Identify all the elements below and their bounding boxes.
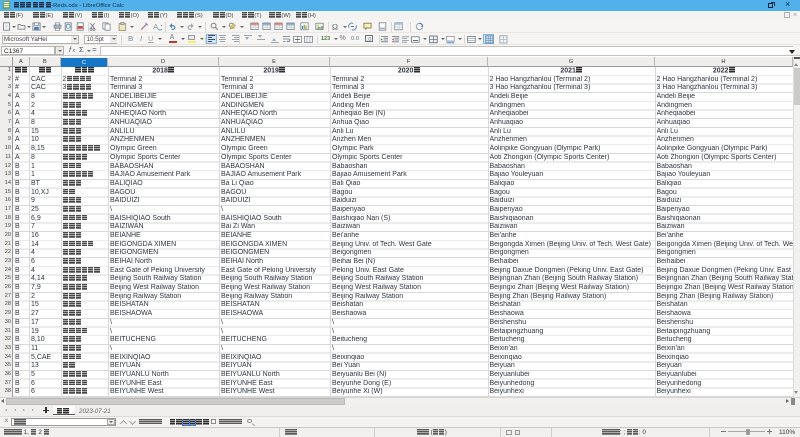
- svg-text:A: A: [153, 22, 158, 31]
- svg-text:Ω: Ω: [332, 22, 338, 31]
